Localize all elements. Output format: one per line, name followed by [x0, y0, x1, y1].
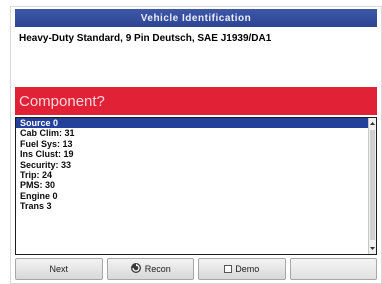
list-item[interactable]: Cab Clim: 31 [16, 128, 368, 138]
chevron-down-icon[interactable] [369, 245, 376, 252]
demo-button-label: Demo [235, 264, 260, 274]
list-item[interactable]: Ins Clust: 19 [16, 149, 368, 159]
app-window: Vehicle Identification Heavy-Duty Standa… [10, 6, 382, 284]
component-list-box: Source 0 Cab Clim: 31 Fuel Sys: 13 Ins C… [15, 117, 377, 255]
list-item[interactable]: Source 0 [16, 118, 368, 129]
list-item[interactable]: Engine 0 [16, 191, 368, 201]
list-item[interactable]: Fuel Sys: 13 [16, 139, 368, 149]
recon-button[interactable]: Recon [106, 258, 194, 280]
next-button[interactable]: Next [15, 258, 103, 280]
list-scrollbar[interactable] [368, 118, 376, 254]
recon-icon [130, 262, 142, 276]
demo-checkbox[interactable] [224, 265, 233, 273]
demo-button[interactable]: Demo [198, 258, 286, 280]
info-area [15, 49, 377, 87]
list-item[interactable]: Trip: 24 [16, 170, 368, 180]
recon-button-label: Recon [144, 264, 171, 274]
scan-tool-screen: Vehicle Identification Heavy-Duty Standa… [0, 0, 382, 284]
empty-softkey-button[interactable] [289, 258, 377, 280]
list-item[interactable]: Security: 33 [16, 160, 368, 170]
title-bar: Vehicle Identification [15, 9, 377, 27]
next-button-label: Next [49, 264, 68, 274]
bottom-button-bar: Next Recon Demo [15, 258, 377, 280]
scroll-thumb[interactable] [370, 130, 375, 240]
component-list: Source 0 Cab Clim: 31 Fuel Sys: 13 Ins C… [16, 118, 368, 254]
vehicle-description: Heavy-Duty Standard, 9 Pin Deutsch, SAE … [19, 33, 272, 44]
list-item[interactable]: PMS: 30 [16, 180, 368, 190]
component-prompt-banner: Component? [15, 87, 377, 115]
component-prompt-label: Component? [19, 92, 105, 110]
chevron-up-icon[interactable] [369, 120, 376, 127]
list-item[interactable]: Trans 3 [16, 201, 368, 211]
window-title: Vehicle Identification [140, 12, 252, 24]
